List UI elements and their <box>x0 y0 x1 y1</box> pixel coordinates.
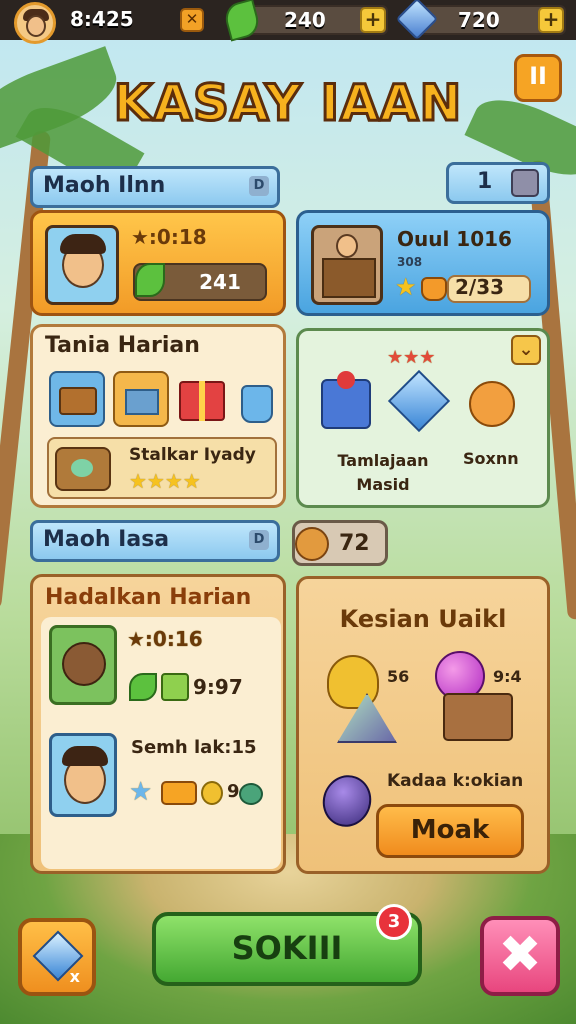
bear-portrait[interactable] <box>49 625 117 705</box>
shop-item-2-value: 9:4 <box>493 667 522 686</box>
gem-shop-button[interactable]: x <box>18 918 96 996</box>
player-card[interactable]: ★:0:18 241 <box>30 210 286 316</box>
pause-button[interactable]: II <box>514 54 562 102</box>
reward-right-label: Soxnn <box>463 449 519 468</box>
notification-badge: 3 <box>376 904 412 940</box>
leaves-count: 240 <box>284 8 326 32</box>
gem-shop-badge: x <box>69 967 80 986</box>
reward-ribbon: ★★★ <box>387 347 436 368</box>
star-icon: ★ <box>395 273 417 301</box>
cookie-icon <box>295 527 329 561</box>
figure-head <box>336 234 358 258</box>
blue-star-icon: ★ <box>129 777 153 807</box>
quest-portrait <box>311 225 383 305</box>
leaf-icon <box>135 263 165 297</box>
section-header-1-label: Maoh Ilnn <box>43 173 166 198</box>
reward-left-label: Tamlajaan Masid <box>337 451 429 494</box>
section-header-2: Maoh Iasa D <box>30 520 280 562</box>
daily-title: Tania Harian <box>45 333 200 358</box>
close-button[interactable]: ✖ <box>480 916 560 996</box>
potion-bottle <box>241 385 273 423</box>
medal-icon <box>469 381 515 427</box>
gems-count: 720 <box>458 8 500 32</box>
player-avatar[interactable] <box>14 2 56 44</box>
bear-face <box>62 642 106 686</box>
boy-hair <box>62 746 108 766</box>
clock-text: 8:425 <box>70 7 134 31</box>
add-leaves-button[interactable]: + <box>360 7 386 33</box>
green-gem-icon <box>239 783 263 805</box>
chest-shape <box>59 387 97 415</box>
timer-icon: ✕ <box>180 8 204 32</box>
player-leaves-value: 241 <box>199 270 241 294</box>
sticker-book-icon <box>55 447 111 491</box>
mission-1-value: 9:97 <box>193 675 243 699</box>
wooden-crate-icon <box>443 693 513 741</box>
counter-value: 1 <box>477 169 493 194</box>
crystal-icon <box>387 369 451 433</box>
rewards-panel: ⌄ ★★★ Tamlajaan Masid Soxnn <box>296 328 550 508</box>
chest-icon[interactable] <box>49 371 105 427</box>
moak-button[interactable]: Moak <box>376 804 524 858</box>
chevron-down-icon[interactable]: ⌄ <box>511 335 541 365</box>
sticker-stars: ★★★★ <box>129 469 201 493</box>
shop-title: Kesian Uaikl <box>339 605 507 633</box>
game-title: KASAY IAAN <box>112 73 463 134</box>
quest-value: 2/33 <box>455 275 505 299</box>
section-2-counter[interactable]: 72 <box>292 520 388 566</box>
mission-2-title: Semh lak:15 <box>131 737 257 758</box>
daily-tasks-card: Tania Harian Stalkar Iyady ★★★★ <box>30 324 286 508</box>
mission-2-value: 9 <box>227 781 240 802</box>
section-header-2-badge: D <box>249 530 269 550</box>
player-portrait <box>45 225 119 305</box>
fox-icon <box>421 277 447 301</box>
leaf-icon <box>129 673 157 701</box>
boy-portrait[interactable] <box>49 733 117 817</box>
shop-item-1-value: 56 <box>387 667 410 686</box>
gift-icon[interactable] <box>177 371 229 427</box>
easel-icon <box>322 258 376 298</box>
missions-title: Hadalkan Harian <box>45 585 252 610</box>
add-gems-button[interactable]: + <box>538 7 564 33</box>
section-1-counter[interactable]: 1 <box>446 162 550 204</box>
coin-icon <box>201 781 223 805</box>
ticket-icon <box>161 781 197 805</box>
counter-value: 72 <box>339 531 370 556</box>
quest-subtitle: 308 <box>397 255 423 269</box>
crate-icon[interactable] <box>113 371 169 427</box>
crate-shape <box>125 389 159 415</box>
crate-icon <box>511 169 539 197</box>
quest-card[interactable]: Ouul 1016 308 ★ 2/33 <box>296 210 550 316</box>
section-header-1-badge: D <box>249 176 269 196</box>
quest-title: Ouul 1016 <box>397 227 512 251</box>
portrait-hair <box>60 234 106 254</box>
potion-bottle-icon <box>315 768 379 834</box>
mission-1-score: ★:0:16 <box>127 627 203 651</box>
player-score: ★:0:18 <box>131 225 207 249</box>
gift-ribbon <box>199 381 205 421</box>
section-header-2-label: Maoh Iasa <box>43 527 170 552</box>
avatar-face <box>26 15 46 37</box>
house-icon <box>161 673 189 701</box>
section-header-1: Maoh Ilnn D <box>30 166 280 208</box>
shop-item-3-label: Kadaa k:okian <box>387 771 524 791</box>
red-gem-icon <box>337 371 355 389</box>
potion-icon[interactable] <box>237 371 277 427</box>
sticker-gem <box>71 459 93 477</box>
sticker-label: Stalkar Iyady <box>129 445 256 465</box>
missions-card: Hadalkan Harian ★:0:16 9:97 Semh lak:15 … <box>30 574 286 874</box>
